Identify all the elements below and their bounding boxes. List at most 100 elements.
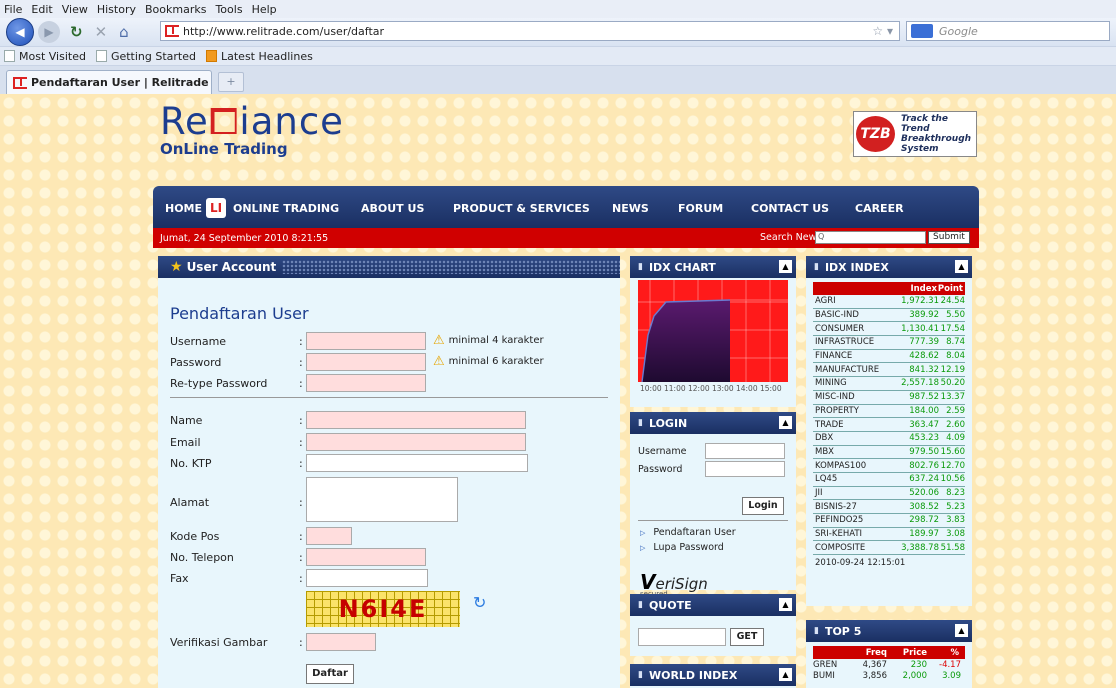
- tzb-logo-icon: TZB: [856, 116, 895, 152]
- pendaftaran-user-link[interactable]: ▷ Pendaftaran User: [640, 527, 736, 538]
- stock-freq: 3,856: [862, 670, 887, 681]
- index-point: 12.70: [940, 460, 965, 471]
- ktp-input[interactable]: [306, 454, 528, 472]
- idx-index-header: ▮ IDX INDEX ▲: [806, 256, 972, 278]
- search-submit-button[interactable]: Submit: [928, 231, 970, 244]
- index-value: 979.50: [909, 446, 939, 457]
- tzb-banner[interactable]: TZB Track the Trend Breakthrough System: [853, 111, 977, 157]
- index-name: AGRI: [815, 296, 836, 307]
- bookmark-star-icon[interactable]: ☆ ▾: [872, 24, 893, 38]
- search-icon: Q: [818, 232, 825, 241]
- telepon-input[interactable]: [306, 548, 426, 566]
- logo-part-c: iance: [239, 100, 344, 143]
- nav-online-trading[interactable]: ONLINE TRADING: [233, 202, 339, 215]
- retype-password-input[interactable]: [306, 374, 426, 392]
- arrow-icon: ▷: [640, 528, 646, 537]
- menu-history[interactable]: History: [97, 3, 136, 16]
- table-row: MINING 2,557.18 50.20: [813, 377, 965, 391]
- hint-text: minimal 6 karakter: [448, 356, 544, 367]
- collapse-icon[interactable]: ▲: [955, 624, 968, 637]
- kodepos-input[interactable]: [306, 527, 352, 545]
- forward-button[interactable]: ▶: [38, 21, 60, 43]
- collapse-icon[interactable]: ▲: [779, 260, 792, 273]
- index-point: 5.23: [946, 501, 965, 512]
- login-username-label: Username: [638, 446, 687, 457]
- collapse-icon[interactable]: ▲: [779, 598, 792, 611]
- telepon-label: No. Telepon: [170, 551, 234, 564]
- reload-icon[interactable]: ↻: [70, 23, 83, 41]
- warning-icon: ⚠: [433, 354, 445, 369]
- collapse-icon[interactable]: ▲: [955, 260, 968, 273]
- lupa-password-link[interactable]: ▷ Lupa Password: [640, 542, 724, 553]
- email-input[interactable]: [306, 433, 526, 451]
- fax-label: Fax: [170, 572, 189, 585]
- bookmark-most-visited[interactable]: Most Visited: [4, 50, 86, 63]
- divider: [638, 520, 788, 521]
- name-input[interactable]: [306, 411, 526, 429]
- idx-chart-box: ▮ IDX CHART ▲ 10:00 11:00 12:00 13:00 14:0…: [630, 256, 796, 407]
- captcha-input[interactable]: [306, 633, 376, 651]
- login-button[interactable]: Login: [742, 497, 784, 515]
- password-input[interactable]: [306, 353, 426, 371]
- collapse-icon[interactable]: ▲: [779, 668, 792, 681]
- nav-product-services[interactable]: PRODUCT & SERVICES: [453, 202, 590, 215]
- search-news-input[interactable]: Q: [815, 231, 926, 244]
- back-button[interactable]: ◀: [6, 18, 34, 46]
- menu-bookmarks[interactable]: Bookmarks: [145, 3, 206, 16]
- collapse-icon[interactable]: ▲: [779, 416, 792, 429]
- new-tab-button[interactable]: +: [218, 72, 244, 92]
- index-point: 50.20: [940, 378, 965, 389]
- nav-news[interactable]: NEWS: [612, 202, 649, 215]
- colon: :: [299, 551, 303, 564]
- menu-view[interactable]: View: [62, 3, 88, 16]
- index-name: COMPOSITE: [815, 542, 866, 553]
- box-title: LOGIN: [648, 416, 688, 430]
- tab-pendaftaran-user[interactable]: Pendaftaran User | Relitrade: [6, 70, 212, 94]
- menu-help[interactable]: Help: [252, 3, 277, 16]
- username-input[interactable]: [306, 332, 426, 350]
- main-nav: HOME LI ONLINE TRADING ABOUT US PRODUCT …: [153, 186, 979, 228]
- stop-icon[interactable]: ✕: [95, 23, 108, 41]
- rss-feed-icon: [206, 50, 217, 62]
- user-account-panel: ★ User Account Pendaftaran User Username…: [158, 256, 620, 688]
- index-value: 389.92: [909, 310, 939, 321]
- bookmark-getting-started[interactable]: Getting Started: [95, 49, 196, 63]
- login-password-input[interactable]: [705, 461, 785, 477]
- idx-rows: AGRI 1,972.31 24.54 BASIC-IND 389.92 5.50 CONS…: [813, 295, 965, 556]
- link-text: Lupa Password: [653, 542, 724, 553]
- nav-contact-us[interactable]: CONTACT US: [751, 202, 829, 215]
- table-row: SRI-KEHATI 189.97 3.08: [813, 528, 965, 542]
- quote-input[interactable]: [638, 628, 726, 646]
- bookmark-latest-headlines[interactable]: Latest Headlines: [206, 50, 313, 63]
- menu-tools[interactable]: Tools: [215, 3, 242, 16]
- daftar-button[interactable]: Daftar: [306, 664, 354, 684]
- index-point: 51.58: [940, 542, 965, 553]
- menu-edit[interactable]: Edit: [31, 3, 52, 16]
- browser-search-box[interactable]: Google: [906, 21, 1110, 41]
- table-row: COMPOSITE 3,388.78 51.58: [813, 541, 965, 556]
- stock-freq: 4,367: [862, 659, 887, 670]
- home-icon[interactable]: ⌂: [119, 23, 129, 41]
- alamat-textarea[interactable]: [306, 477, 458, 522]
- forward-arrow-icon: ▶: [44, 25, 54, 39]
- hint-text: minimal 4 karakter: [448, 335, 544, 346]
- world-index-box: ▮ WORLD INDEX ▲: [630, 664, 796, 688]
- page-title: Pendaftaran User: [170, 304, 309, 323]
- table-row: TRADE 363.47 2.60: [813, 418, 965, 432]
- login-username-input[interactable]: [705, 443, 785, 459]
- url-bar[interactable]: http://www.relitrade.com/user/daftar ☆ ▾: [160, 21, 900, 41]
- nav-forum[interactable]: FORUM: [678, 202, 723, 215]
- menu-file[interactable]: File: [4, 3, 22, 16]
- refresh-captcha-icon[interactable]: ↻: [473, 593, 486, 612]
- nav-about-us[interactable]: ABOUT US: [361, 202, 424, 215]
- url-text: http://www.relitrade.com/user/daftar: [183, 24, 385, 38]
- google-engine-icon[interactable]: [911, 24, 933, 38]
- bookmark-label: Getting Started: [110, 49, 196, 63]
- index-value: 184.00: [909, 405, 939, 416]
- table-header: Index Point: [813, 282, 965, 295]
- site-logo[interactable]: Re⧠iance OnLine Trading: [160, 103, 344, 158]
- nav-home[interactable]: HOME: [165, 202, 202, 215]
- fax-input[interactable]: [306, 569, 428, 587]
- nav-career[interactable]: CAREER: [855, 202, 904, 215]
- get-quote-button[interactable]: GET: [730, 628, 764, 646]
